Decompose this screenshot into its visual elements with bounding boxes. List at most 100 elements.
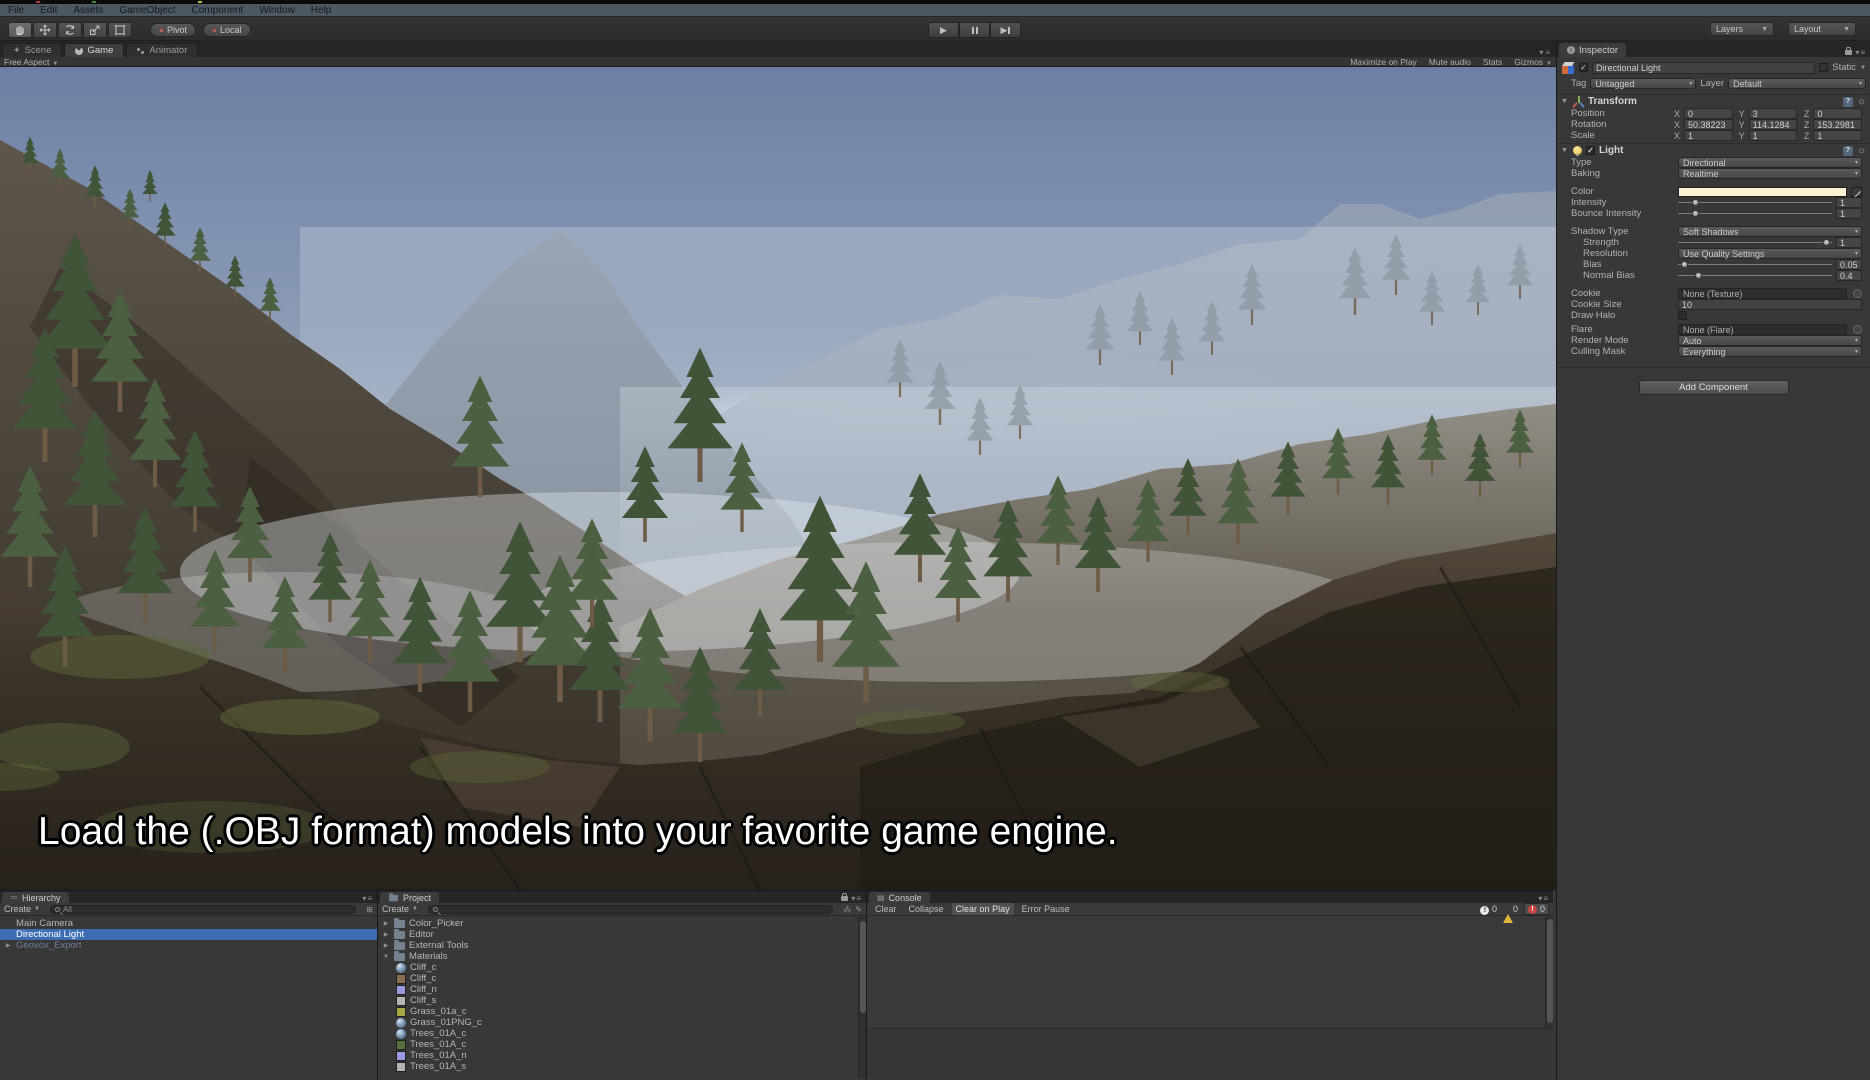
search-by-type-icon[interactable]: ⁂ [843, 905, 851, 914]
layout-dropdown[interactable]: Layout▼ [1788, 22, 1856, 36]
tab-console[interactable]: ▤ Console [869, 892, 930, 903]
console-clear-on-play-toggle[interactable]: Clear on Play [952, 903, 1014, 915]
tab-hierarchy[interactable]: ≔ Hierarchy [2, 892, 69, 903]
gameobject-name-field[interactable]: Directional Light [1592, 62, 1815, 74]
hierarchy-search-input[interactable]: All [50, 905, 356, 914]
static-dropdown-icon[interactable]: ▼ [1860, 65, 1866, 71]
position-y-field[interactable]: 3 [1749, 108, 1798, 119]
tab-game[interactable]: Game [64, 43, 124, 57]
slider-thumb[interactable] [1823, 239, 1830, 246]
move-tool-button[interactable] [33, 22, 57, 38]
help-icon[interactable]: ? [1843, 97, 1853, 107]
project-search-input[interactable] [428, 905, 833, 914]
menu-item-gameobject[interactable]: GameObject [119, 5, 175, 16]
type-dropdown[interactable]: Directional [1678, 157, 1862, 168]
color-swatch[interactable] [1678, 187, 1847, 197]
project-item-trees-01a-s[interactable]: Trees_01A_s [378, 1061, 866, 1072]
slider-value-field[interactable]: 1 [1836, 237, 1862, 248]
slider-value-field[interactable]: 0.4 [1836, 270, 1862, 281]
search-by-label-icon[interactable]: ✎ [855, 905, 862, 914]
console-collapse-toggle[interactable]: Collapse [905, 903, 948, 915]
project-item-cliff-n[interactable]: Cliff_n [378, 984, 866, 995]
slider-thumb[interactable] [1692, 199, 1699, 206]
scale-x-field[interactable]: 1 [1684, 130, 1733, 141]
play-button[interactable]: ▶ [928, 22, 959, 38]
menu-item-component[interactable]: Component [192, 5, 244, 16]
gear-icon[interactable]: ☼ [1857, 146, 1866, 156]
scale-y-field[interactable]: 1 [1749, 130, 1798, 141]
game-view[interactable]: Load the (.OBJ format) models into your … [0, 67, 1556, 890]
menu-item-assets[interactable]: Assets [73, 5, 103, 16]
render-mode-dropdown[interactable]: Auto [1678, 335, 1862, 346]
cookie-size-field[interactable]: 10 [1678, 299, 1862, 310]
console-info-counter[interactable]: ! 0 [1480, 904, 1497, 915]
menu-item-help[interactable]: Help [311, 5, 332, 16]
hierarchy-item-main-camera[interactable]: Main Camera [0, 918, 377, 929]
slider-value-field[interactable]: 1 [1836, 208, 1862, 219]
console-scrollbar[interactable] [1545, 917, 1553, 1030]
rotation-x-field[interactable]: 50.38223 [1684, 119, 1733, 130]
tab-animator[interactable]: Animator [126, 43, 198, 57]
bounce-intensity-slider[interactable] [1678, 208, 1832, 219]
pivot-toggle-button[interactable]: Pivot [150, 23, 196, 37]
stats-toggle[interactable]: Stats [1483, 57, 1502, 67]
panel-menu-icon[interactable]: ▾≡ [841, 894, 866, 903]
mute-audio-toggle[interactable]: Mute audio [1429, 57, 1471, 67]
menu-item-window[interactable]: Window [259, 5, 295, 16]
panel-menu-icon[interactable]: ▾≡ [1538, 894, 1553, 903]
filter-icon[interactable]: ⊞ [366, 905, 373, 914]
aspect-dropdown[interactable]: Free Aspect▼ [4, 57, 58, 67]
flare-object-field[interactable]: None (Flare) [1678, 324, 1847, 335]
foldout-icon[interactable]: ▶ [382, 942, 390, 949]
gear-icon[interactable]: ☼ [1857, 97, 1866, 107]
foldout-icon[interactable]: ▶ [382, 931, 390, 938]
pause-button[interactable] [959, 22, 990, 38]
draw-halo-checkbox[interactable] [1678, 311, 1687, 320]
step-button[interactable]: ▶ [990, 22, 1021, 38]
project-item-cliff-c[interactable]: Cliff_c [378, 962, 866, 973]
tab-inspector[interactable]: i Inspector [1559, 43, 1626, 57]
strength-slider[interactable] [1678, 237, 1832, 248]
console-error-pause-toggle[interactable]: Error Pause [1018, 903, 1074, 915]
project-item-editor[interactable]: ▶Editor [378, 929, 866, 940]
menu-item-file[interactable]: File [8, 5, 24, 16]
project-item-trees-01a-c[interactable]: Trees_01A_c [378, 1039, 866, 1050]
slider-thumb[interactable] [1695, 272, 1702, 279]
slider-thumb[interactable] [1681, 261, 1688, 268]
tab-scene[interactable]: ✦ Scene [2, 43, 62, 57]
scale-tool-button[interactable] [83, 22, 107, 38]
panel-menu-icon[interactable]: ▾≡ [362, 894, 377, 903]
light-component-header[interactable]: ▼ ✓ Light ? ☼ [1557, 143, 1870, 157]
hierarchy-item-directional-light[interactable]: Directional Light [0, 929, 377, 940]
layer-dropdown[interactable]: Default [1728, 78, 1866, 89]
intensity-slider[interactable] [1678, 197, 1832, 208]
menu-item-edit[interactable]: Edit [40, 5, 57, 16]
scale-z-field[interactable]: 1 [1813, 130, 1862, 141]
add-component-button[interactable]: Add Component [1639, 380, 1789, 395]
project-create-button[interactable]: Create▼ [382, 904, 418, 914]
project-item-grass-01a-c[interactable]: Grass_01a_c [378, 1006, 866, 1017]
hand-tool-button[interactable] [8, 22, 32, 38]
baking-dropdown[interactable]: Realtime [1678, 168, 1862, 179]
project-item-cliff-c[interactable]: Cliff_c [378, 973, 866, 984]
tag-dropdown[interactable]: Untagged [1590, 78, 1696, 89]
position-x-field[interactable]: 0 [1684, 108, 1733, 119]
slider-value-field[interactable]: 0.05 [1836, 259, 1862, 270]
rect-tool-button[interactable] [108, 22, 132, 38]
local-toggle-button[interactable]: Local [203, 23, 251, 37]
console-message-list[interactable] [867, 916, 1553, 1029]
active-checkbox[interactable]: ✓ [1579, 63, 1588, 72]
expand-icon[interactable]: ▶ [4, 942, 12, 949]
project-item-materials[interactable]: ▼Materials [378, 951, 866, 962]
cookie-object-field[interactable]: None (Texture) [1678, 288, 1847, 299]
slider-value-field[interactable]: 1 [1836, 197, 1862, 208]
rotation-z-field[interactable]: 153.2981 [1813, 119, 1862, 130]
hierarchy-create-button[interactable]: Create▼ [4, 904, 40, 914]
project-item-trees-01a-c[interactable]: Trees_01A_c [378, 1028, 866, 1039]
maximize-on-play-toggle[interactable]: Maximize on Play [1350, 57, 1417, 67]
project-item-cliff-s[interactable]: Cliff_s [378, 995, 866, 1006]
gizmos-dropdown[interactable]: Gizmos▼ [1514, 57, 1552, 67]
foldout-icon[interactable]: ▼ [1561, 147, 1569, 154]
transform-component-header[interactable]: ▼ Transform ? ☼ [1557, 94, 1870, 108]
project-item-external-tools[interactable]: ▶External Tools [378, 940, 866, 951]
